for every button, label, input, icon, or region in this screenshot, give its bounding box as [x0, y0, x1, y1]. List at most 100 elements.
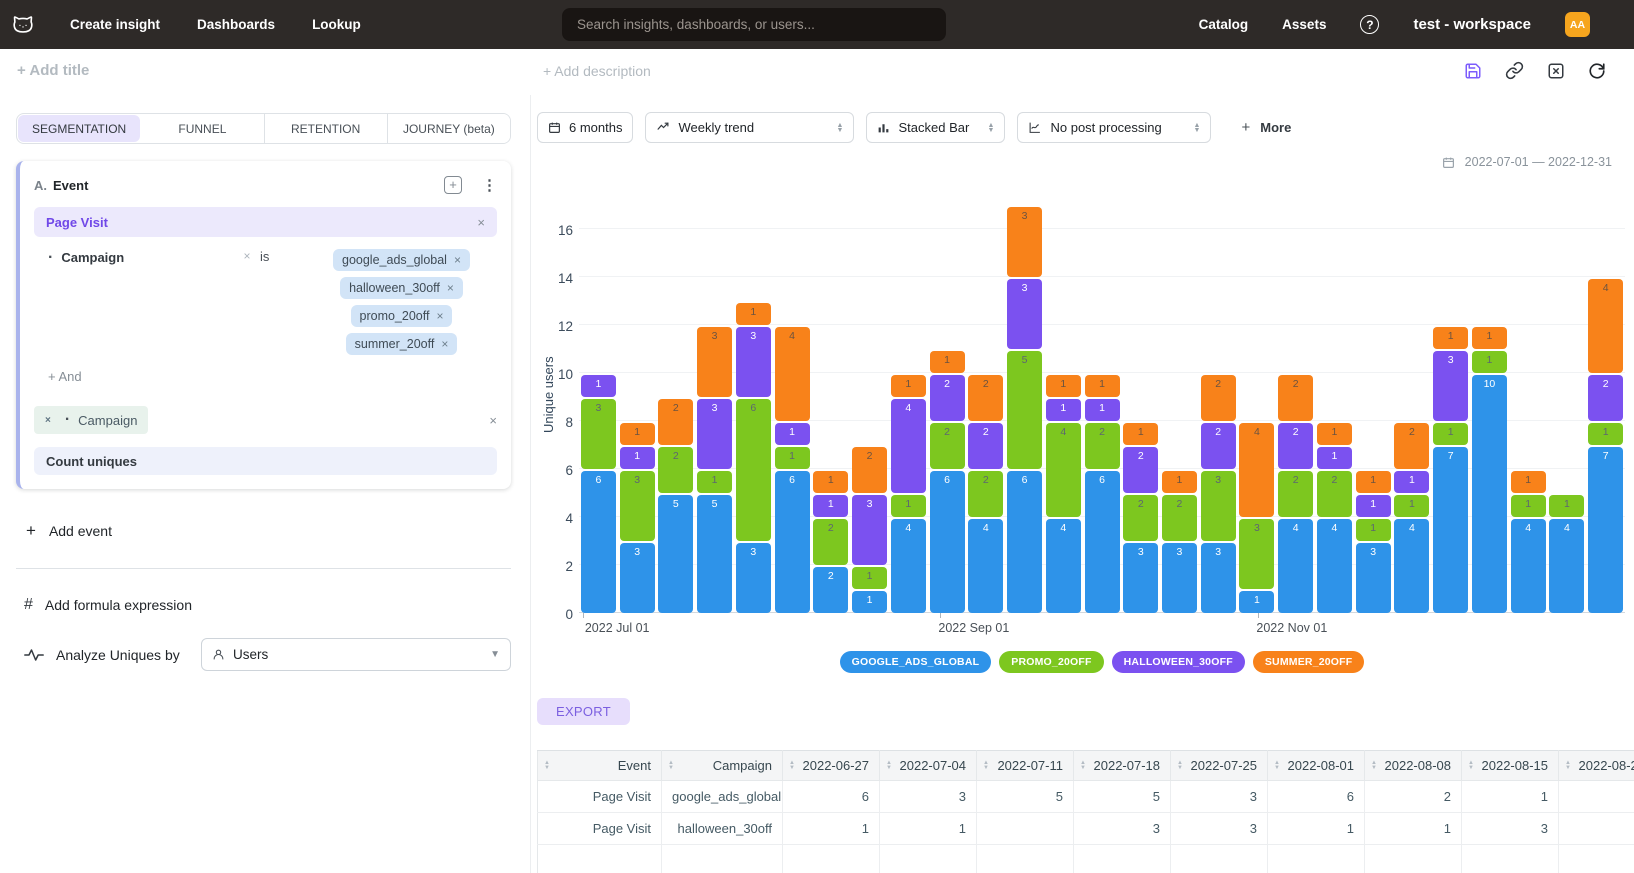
- nav-create-insight[interactable]: Create insight: [70, 17, 160, 32]
- bar-segment[interactable]: 1: [775, 447, 810, 469]
- bar-segment[interactable]: 4: [891, 519, 926, 613]
- bar-segment[interactable]: 1: [1433, 423, 1468, 445]
- bar-segment[interactable]: 2: [1201, 423, 1236, 469]
- tab-retention[interactable]: RETENTION: [265, 114, 388, 143]
- column-header[interactable]: ▲▼2022-08-08: [1365, 751, 1462, 781]
- add-and-condition[interactable]: + And: [34, 369, 497, 384]
- bar-2022-10-10[interactable]: 321: [1162, 469, 1197, 613]
- post-processing-select[interactable]: No post processing ▲▼: [1017, 112, 1211, 143]
- bar-segment[interactable]: 1: [1394, 471, 1429, 493]
- bar-segment[interactable]: 1: [1085, 375, 1120, 397]
- trend-select[interactable]: Weekly trend ▲▼: [645, 112, 854, 143]
- search-input[interactable]: [562, 8, 946, 41]
- add-filter-icon[interactable]: +: [444, 176, 462, 194]
- bar-segment[interactable]: 2: [852, 447, 887, 493]
- bar-segment[interactable]: 2: [1123, 447, 1158, 493]
- bar-segment[interactable]: 2: [1201, 375, 1236, 421]
- bar-segment[interactable]: 2: [813, 519, 848, 565]
- legend-pill[interactable]: GOOGLE_ADS_GLOBAL: [840, 651, 992, 673]
- remove-filter-icon[interactable]: ×: [234, 249, 260, 355]
- tab-segmentation[interactable]: SEGMENTATION: [18, 115, 140, 142]
- bar-segment[interactable]: 1: [1472, 327, 1507, 349]
- bar-segment[interactable]: 4: [1046, 519, 1081, 613]
- workspace-name[interactable]: test - workspace: [1413, 16, 1531, 33]
- bar-segment[interactable]: 1: [775, 423, 810, 445]
- bar-2022-10-17[interactable]: 3322: [1201, 373, 1236, 613]
- bar-segment[interactable]: 4: [1511, 519, 1546, 613]
- bar-segment[interactable]: 3: [1201, 543, 1236, 613]
- more-button[interactable]: + More: [1241, 119, 1291, 136]
- bar-segment[interactable]: 1: [1356, 495, 1391, 517]
- bar-2022-09-05[interactable]: 4222: [968, 373, 1003, 613]
- bar-segment[interactable]: 2: [968, 375, 1003, 421]
- add-description-button[interactable]: + Add description: [543, 63, 651, 79]
- bar-segment[interactable]: 1: [1511, 471, 1546, 493]
- bar-segment[interactable]: 1: [1588, 423, 1623, 445]
- column-header[interactable]: ▲▼2022-06-27: [783, 751, 880, 781]
- bar-segment[interactable]: 7: [1433, 447, 1468, 613]
- bar-2022-08-01[interactable]: 6114: [775, 325, 810, 613]
- nav-assets[interactable]: Assets: [1282, 17, 1326, 32]
- bar-segment[interactable]: 2: [1317, 471, 1352, 517]
- bar-segment[interactable]: 3: [1007, 207, 1042, 277]
- bar-2022-06-27[interactable]: 631: [581, 373, 616, 613]
- bar-segment[interactable]: 1: [891, 495, 926, 517]
- bar-segment[interactable]: 2: [1162, 495, 1197, 541]
- bar-2022-08-29[interactable]: 6221: [930, 349, 965, 613]
- bar-2022-09-12[interactable]: 6533: [1007, 205, 1042, 613]
- bar-segment[interactable]: 1: [1046, 375, 1081, 397]
- bar-segment[interactable]: 2: [813, 567, 848, 613]
- aggregation-selector[interactable]: Count uniques: [34, 447, 497, 475]
- filter-value-chip[interactable]: google_ads_global×: [333, 249, 470, 271]
- bar-2022-08-08[interactable]: 2211: [813, 469, 848, 613]
- copy-link-icon[interactable]: [1505, 61, 1524, 80]
- bar-segment[interactable]: 1: [891, 375, 926, 397]
- column-header[interactable]: ▲▼Event: [538, 751, 662, 781]
- bar-segment[interactable]: 2: [1588, 375, 1623, 421]
- bar-segment[interactable]: 6: [1085, 471, 1120, 613]
- bar-segment[interactable]: 3: [736, 327, 771, 397]
- add-event-button[interactable]: + Add event: [16, 521, 511, 541]
- remove-value-icon[interactable]: ×: [454, 253, 461, 267]
- bar-segment[interactable]: 1: [620, 447, 655, 469]
- bar-segment[interactable]: 4: [1588, 279, 1623, 373]
- bar-2022-12-12[interactable]: 411: [1511, 469, 1546, 613]
- remove-value-icon[interactable]: ×: [447, 281, 454, 295]
- bar-segment[interactable]: 3: [736, 543, 771, 613]
- bar-segment[interactable]: 2: [930, 375, 965, 421]
- bar-2022-07-18[interactable]: 5133: [697, 325, 732, 613]
- bar-segment[interactable]: 3: [1433, 351, 1468, 421]
- bar-segment[interactable]: 3: [620, 471, 655, 541]
- bar-segment[interactable]: 5: [658, 495, 693, 613]
- bar-segment[interactable]: 2: [658, 447, 693, 493]
- bar-segment[interactable]: 7: [1588, 447, 1623, 613]
- nav-lookup[interactable]: Lookup: [312, 17, 361, 32]
- filter-property[interactable]: Campaign: [61, 250, 124, 265]
- bar-segment[interactable]: 2: [930, 423, 965, 469]
- add-formula-button[interactable]: # Add formula expression: [16, 596, 511, 614]
- remove-value-icon[interactable]: ×: [441, 337, 448, 351]
- bar-segment[interactable]: 2: [1394, 423, 1429, 469]
- bar-segment[interactable]: 4: [1394, 519, 1429, 613]
- bar-2022-07-04[interactable]: 3311: [620, 421, 655, 613]
- bar-2022-12-05[interactable]: 1011: [1472, 325, 1507, 613]
- bar-segment[interactable]: 6: [581, 471, 616, 613]
- bar-segment[interactable]: 1: [1394, 495, 1429, 517]
- bar-segment[interactable]: 1: [620, 423, 655, 445]
- bar-segment[interactable]: 1: [1239, 591, 1274, 613]
- bar-segment[interactable]: 2: [1278, 375, 1313, 421]
- bar-segment[interactable]: 1: [1317, 447, 1352, 469]
- bar-segment[interactable]: 2: [1085, 423, 1120, 469]
- bar-2022-11-07[interactable]: 4211: [1317, 421, 1352, 613]
- column-header[interactable]: ▲▼2022-07-18: [1074, 751, 1171, 781]
- event-name[interactable]: Page Visit: [46, 215, 477, 230]
- bar-2022-09-26[interactable]: 6211: [1085, 373, 1120, 613]
- bar-segment[interactable]: 2: [968, 471, 1003, 517]
- bar-segment[interactable]: 4: [1549, 519, 1584, 613]
- bar-segment[interactable]: 6: [736, 399, 771, 541]
- bar-segment[interactable]: 1: [1162, 471, 1197, 493]
- add-title-button[interactable]: + Add title: [17, 62, 89, 79]
- tab-journey[interactable]: JOURNEY (beta): [388, 114, 510, 143]
- legend-pill[interactable]: SUMMER_20OFF: [1253, 651, 1365, 673]
- table-row[interactable]: Page Visitgoogle_ads_global63553621: [538, 781, 1634, 813]
